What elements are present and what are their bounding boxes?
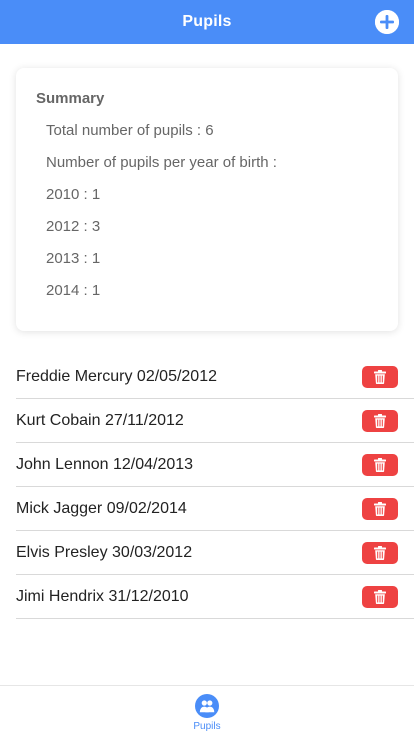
trash-icon: [374, 370, 386, 384]
per-year-heading: Number of pupils per year of birth :: [46, 154, 277, 171]
pupil-name: Kurt Cobain 27/11/2012: [16, 411, 184, 429]
year-count-item: 2010 : 1: [46, 186, 101, 203]
pupil-name: Elvis Presley 30/03/2012: [16, 543, 193, 561]
year-count-item: 2012 : 3: [46, 218, 101, 235]
delete-pupil-button[interactable]: [362, 366, 398, 388]
pupil-name: John Lennon 12/04/2013: [16, 455, 194, 473]
delete-pupil-button[interactable]: [362, 410, 398, 432]
year-count-item: 2013 : 1: [46, 250, 101, 267]
summary-card: Summary Total number of pupils : 6 Numbe…: [16, 68, 398, 331]
total-pupils-text: Total number of pupils : 6: [46, 122, 214, 139]
pupil-row[interactable]: Elvis Presley 30/03/2012: [16, 531, 414, 575]
trash-icon: [374, 458, 386, 472]
summary-title: Summary: [36, 90, 105, 107]
trash-icon: [374, 590, 386, 604]
pupil-row[interactable]: Mick Jagger 09/02/2014: [16, 487, 414, 531]
delete-pupil-button[interactable]: [362, 586, 398, 608]
add-pupil-button[interactable]: [375, 10, 399, 34]
pupil-row[interactable]: Jimi Hendrix 31/12/2010: [16, 575, 414, 619]
pupil-name: Jimi Hendrix 31/12/2010: [16, 587, 189, 605]
tab-pupils[interactable]: Pupils: [183, 686, 231, 736]
plus-circle-icon: [375, 10, 399, 34]
delete-pupil-button[interactable]: [362, 498, 398, 520]
pupil-name: Mick Jagger 09/02/2014: [16, 499, 187, 517]
pupil-list: Freddie Mercury 02/05/2012 Kurt Cobain 2…: [16, 355, 414, 619]
pupil-row[interactable]: John Lennon 12/04/2013: [16, 443, 414, 487]
trash-icon: [374, 502, 386, 516]
delete-pupil-button[interactable]: [362, 454, 398, 476]
pupil-row[interactable]: Kurt Cobain 27/11/2012: [16, 399, 414, 443]
page-title: Pupils: [182, 13, 232, 30]
trash-icon: [374, 414, 386, 428]
pupil-name: Freddie Mercury 02/05/2012: [16, 367, 217, 385]
delete-pupil-button[interactable]: [362, 542, 398, 564]
pupil-row[interactable]: Freddie Mercury 02/05/2012: [16, 355, 414, 399]
app-header: Pupils: [0, 0, 414, 44]
bottom-tab-bar: Pupils: [0, 685, 414, 736]
trash-icon: [374, 546, 386, 560]
people-icon: [195, 694, 219, 718]
year-count-item: 2014 : 1: [46, 282, 101, 299]
tab-label: Pupils: [193, 721, 221, 732]
